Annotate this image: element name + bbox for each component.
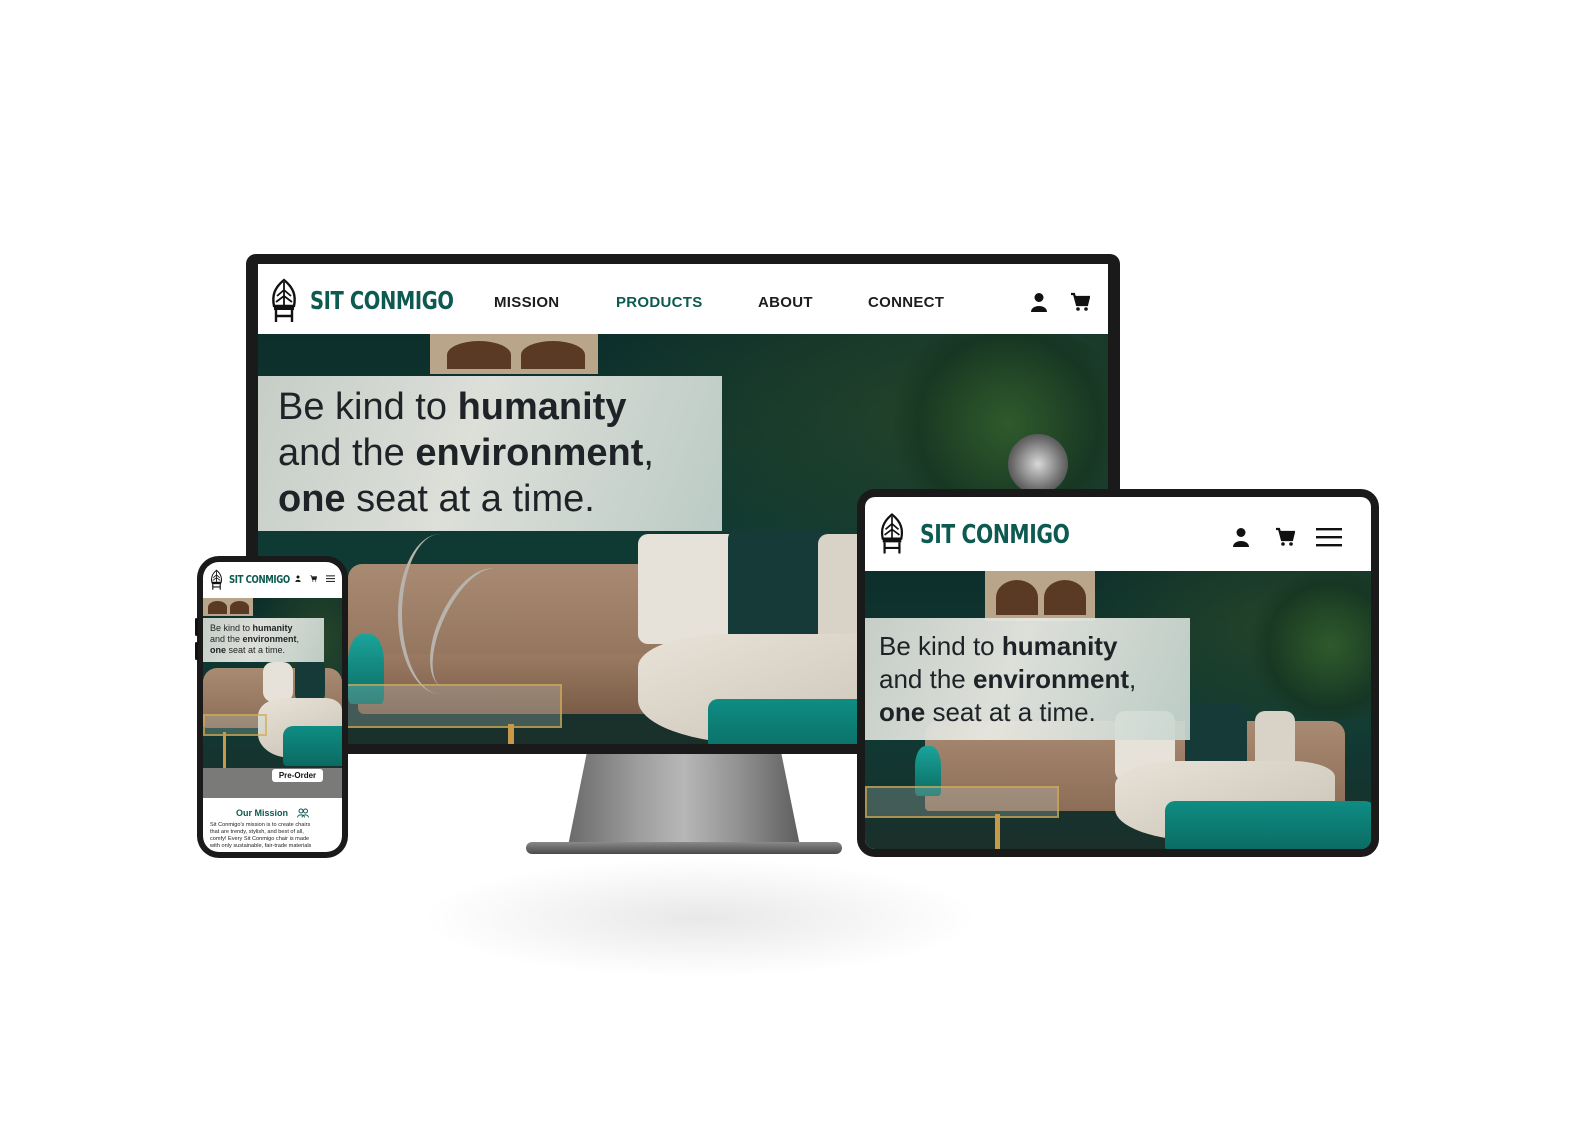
cart-icon[interactable] <box>310 575 317 582</box>
phone-hero-headline: Be kind to humanity and the environment,… <box>203 618 324 662</box>
user-icon[interactable] <box>1030 292 1048 312</box>
tablet-screen: SIT CONMIGO Be kind to humanity and the … <box>865 497 1371 849</box>
mission-text: Sit Conmigo's mission is to create chair… <box>210 822 312 849</box>
pre-order-button[interactable]: Pre-Order <box>272 769 323 782</box>
desktop-nav-bar: SIT CONMIGO MISSION PRODUCTS ABOUT CONNE… <box>258 264 1108 334</box>
user-icon[interactable] <box>295 575 301 582</box>
phone-side-button <box>195 642 198 660</box>
cart-icon[interactable] <box>1070 292 1090 312</box>
floor-shadow <box>420 858 980 978</box>
nav-mission[interactable]: MISSION <box>494 294 559 311</box>
nav-products[interactable]: PRODUCTS <box>616 294 703 311</box>
people-icon <box>297 808 309 818</box>
phone-side-button <box>195 618 198 636</box>
desktop-hero-headline: Be kind to humanity and the environment,… <box>258 376 722 531</box>
chair-logo-icon <box>272 278 296 322</box>
brand-logo-text[interactable]: SIT CONMIGO <box>229 573 290 586</box>
chair-logo-icon <box>880 513 904 554</box>
menu-icon[interactable] <box>1316 527 1342 547</box>
user-icon[interactable] <box>1232 527 1250 547</box>
brand-logo-text[interactable]: SIT CONMIGO <box>310 286 454 315</box>
phone-screen: SIT CONMIGO Be kind to humanity and the … <box>203 562 342 852</box>
nav-about[interactable]: ABOUT <box>758 294 813 311</box>
cart-icon[interactable] <box>1275 527 1295 547</box>
menu-icon[interactable] <box>326 575 335 582</box>
brand-logo-text[interactable]: SIT CONMIGO <box>920 520 1070 550</box>
nav-connect[interactable]: CONNECT <box>868 294 944 311</box>
monitor-stand-base <box>526 842 842 854</box>
monitor-stand <box>568 754 800 846</box>
chair-logo-icon <box>210 569 223 590</box>
mission-title: Our Mission <box>236 808 289 818</box>
tablet-hero-headline: Be kind to humanity and the environment,… <box>865 618 1190 740</box>
